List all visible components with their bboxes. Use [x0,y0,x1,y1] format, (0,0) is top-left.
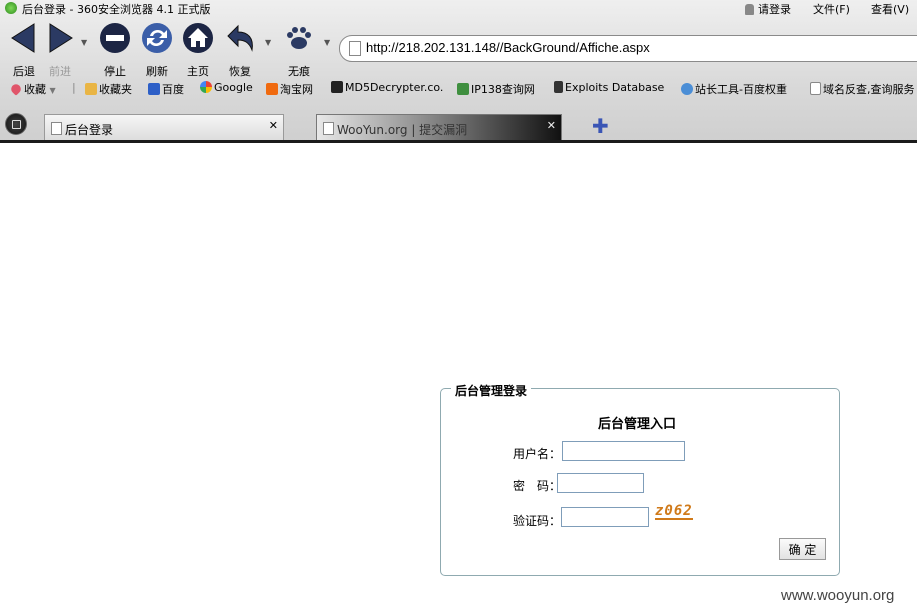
taobao-icon [266,83,278,95]
page-icon [51,122,62,135]
favorites-label: 收藏 [24,83,46,96]
user-icon [745,4,754,15]
captcha-image[interactable]: z062 [655,504,693,520]
tab-menu-button[interactable] [5,113,27,135]
password-label: 密 码： [513,479,562,493]
bookmark-label: MD5Decrypter.co. [345,81,444,94]
page-icon [810,82,821,95]
home-button[interactable]: 主页 [176,18,220,80]
baidu-icon [148,83,160,95]
watermark: www.wooyun.org [781,587,895,604]
forward-button[interactable]: 前进 [38,18,82,80]
username-input[interactable] [562,441,685,461]
address-url[interactable]: http://218.202.131.148//BackGround/Affic… [366,40,650,55]
forward-dropdown-icon[interactable]: ▼ [81,38,87,47]
close-tab-icon[interactable]: ✕ [547,119,556,132]
incognito-button[interactable]: 无痕 [277,18,321,80]
login-menu[interactable]: 请登录 [745,1,791,17]
login-menu-label: 请登录 [758,3,791,16]
tools-icon [457,83,469,95]
bookmark-label: Google [214,81,253,94]
username-label: 用户名： [513,447,562,461]
home-label: 主页 [187,65,209,78]
bookmark-separator: | [72,81,76,94]
bookmarks-bar: 收藏 ▼ | 收藏夹 百度 Google 淘宝网 MD5Decrypter.co… [0,80,917,98]
captcha-label: 验证码： [513,514,562,528]
bookmark-item[interactable]: MD5Decrypter.co. [331,81,443,94]
tab-label: WooYun.org | 提交漏洞 [337,123,468,137]
captcha-input[interactable] [561,507,649,527]
refresh-button[interactable]: 刷新 [135,18,179,80]
browser-chrome: 后台登录 - 360安全浏览器 4.1 正式版 请登录 文件(F) 查看(V) … [0,0,917,143]
folder-icon [85,83,97,95]
home-icon [183,23,213,53]
bookmark-item[interactable]: Exploits Database [554,81,664,94]
refresh-label: 刷新 [146,65,168,78]
login-fieldset: 后台管理登录 后台管理入口 用户名： 密 码： 验证码： z062 确 定 [440,382,840,576]
toolbar-divider [0,140,917,143]
bookmark-folder[interactable]: 收藏夹 [85,81,132,97]
bookmark-item[interactable]: 域名反查,查询服务 [810,81,915,97]
bookmark-item[interactable]: 站长工具-百度权重 [681,81,787,97]
new-tab-icon[interactable]: ✚ [592,114,609,138]
refresh-icon [142,23,172,53]
tab-inactive[interactable]: WooYun.org | 提交漏洞 ✕ [316,114,562,142]
tab-label: 后台登录 [65,123,114,137]
stop-button[interactable]: 停止 [93,18,137,80]
restore-dropdown-icon[interactable]: ▼ [265,38,271,47]
google-icon [200,81,212,93]
tab-strip: 后台登录 ✕ WooYun.org | 提交漏洞 ✕ ✚ [0,110,917,142]
bookmark-label: IP138查询网 [471,83,535,96]
bookmark-label: 百度 [162,83,184,96]
forward-arrow-icon [49,23,73,53]
back-arrow-icon [11,23,35,53]
bookmark-item[interactable]: IP138查询网 [457,81,535,97]
window-title: 后台登录 - 360安全浏览器 4.1 正式版 [22,3,211,16]
address-bar[interactable]: http://218.202.131.148//BackGround/Affic… [339,35,917,62]
nav-toolbar: 后退 前进 ▼ 停止 刷新 主页 恢复 ▼ 无痕 ▼ [0,18,330,80]
close-tab-icon[interactable]: ✕ [269,119,278,132]
bookmark-label: Exploits Database [565,81,665,94]
password-input[interactable] [557,473,644,493]
page-icon [349,41,361,56]
restore-label: 恢复 [229,65,251,78]
bookmark-label: 淘宝网 [280,83,313,96]
stop-label: 停止 [104,65,126,78]
menu-view[interactable]: 查看(V) [871,1,909,17]
menu-file[interactable]: 文件(F) [813,1,850,17]
bookmark-folder-label: 收藏夹 [99,83,132,96]
chinaz-icon [681,83,693,95]
browser-logo-icon [5,2,17,14]
restore-button[interactable]: 恢复 [218,18,262,80]
heart-icon [9,82,23,96]
page-icon [323,122,334,135]
favorites-button[interactable]: 收藏 ▼ [9,81,56,97]
forward-label: 前进 [49,65,71,78]
fieldset-legend: 后台管理登录 [451,382,532,399]
undo-arrow-icon [227,24,253,52]
login-heading: 后台管理入口 [598,417,677,432]
bookmark-label: 域名反查,查询服务 [823,83,915,96]
favorites-dropdown-icon[interactable]: ▼ [50,86,56,95]
exploit-db-icon [554,81,563,93]
md5-icon [331,81,343,93]
bookmark-item[interactable]: 淘宝网 [266,81,313,97]
paw-icon [287,27,311,49]
title-bar: 后台登录 - 360安全浏览器 4.1 正式版 请登录 文件(F) 查看(V) [0,0,917,16]
incognito-label: 无痕 [288,65,310,78]
stop-icon [100,23,130,53]
bookmark-label: 站长工具-百度权重 [695,83,787,96]
tab-active[interactable]: 后台登录 ✕ [44,114,284,141]
bookmark-item[interactable]: 百度 [148,81,184,97]
bookmark-item[interactable]: Google [200,81,253,94]
incognito-dropdown-icon[interactable]: ▼ [324,38,330,47]
submit-button[interactable]: 确 定 [779,538,826,560]
